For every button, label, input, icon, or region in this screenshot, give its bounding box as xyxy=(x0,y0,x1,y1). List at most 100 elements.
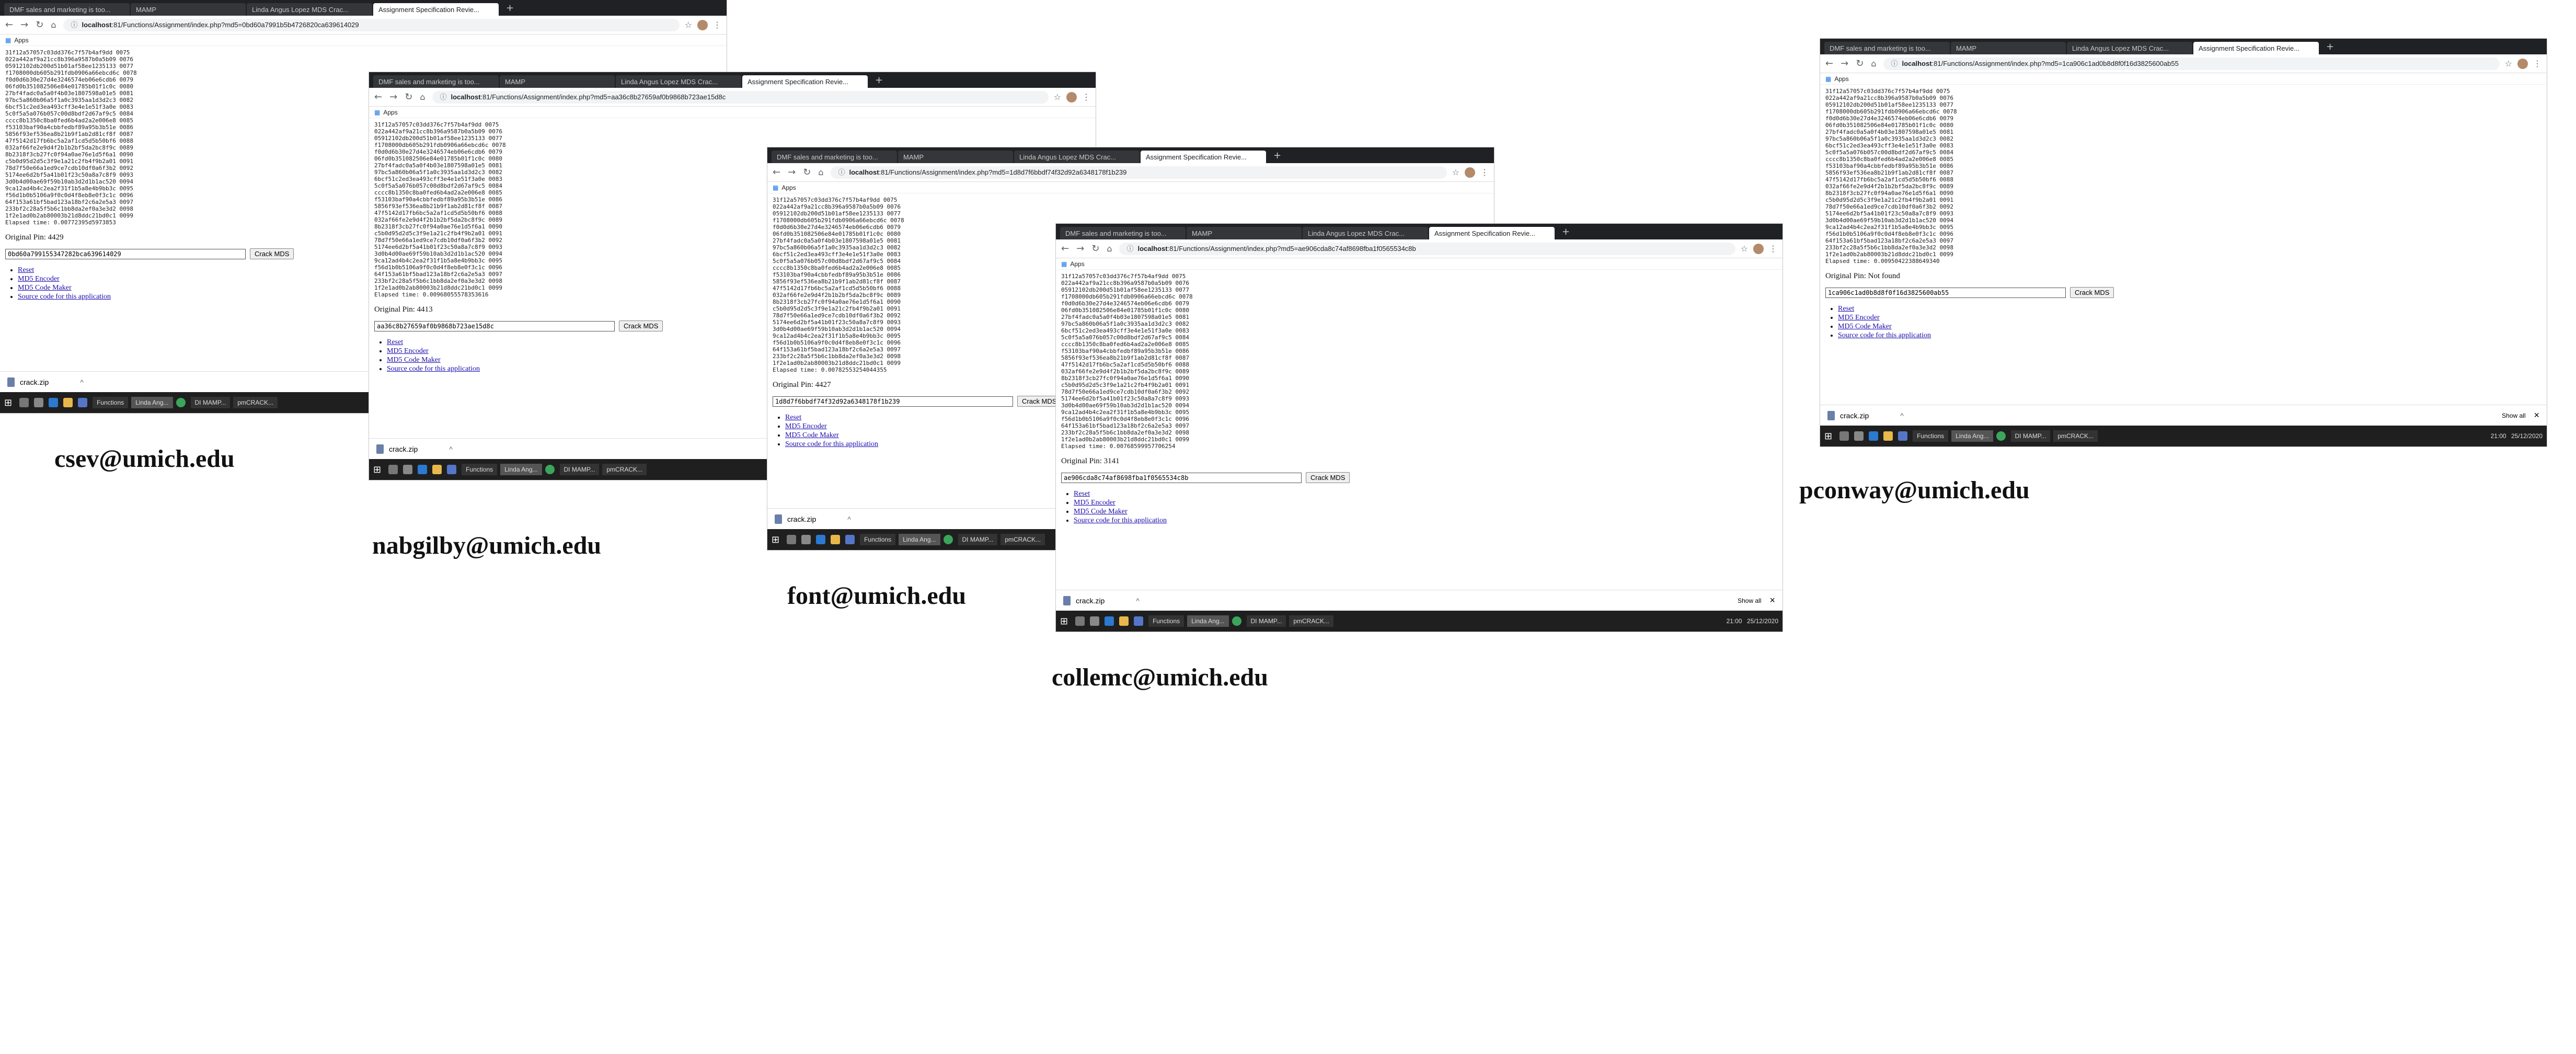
menu-icon[interactable]: ⋮ xyxy=(2533,59,2542,68)
reset-link[interactable]: Reset xyxy=(387,338,403,346)
show-all-button[interactable]: Show all xyxy=(2502,412,2525,419)
file-explorer-icon[interactable] xyxy=(1883,431,1893,441)
md5-code-maker-link[interactable]: MD5 Code Maker xyxy=(18,284,72,292)
browser-tab[interactable]: DMF sales and marketing is too... xyxy=(1824,42,1950,54)
task-view-icon[interactable] xyxy=(1854,431,1864,441)
star-icon[interactable]: ☆ xyxy=(2505,59,2512,68)
md5-encoder-link[interactable]: MD5 Encoder xyxy=(785,422,827,430)
chrome-icon[interactable] xyxy=(943,535,953,544)
show-all-button[interactable]: Show all xyxy=(1738,597,1761,604)
taskbar-item-pmcrack[interactable]: pmCRACK... xyxy=(1289,615,1333,627)
source-code-link[interactable]: Source code for this application xyxy=(18,293,111,301)
star-icon[interactable]: ☆ xyxy=(1452,167,1459,177)
windows-start-icon[interactable]: ⊞ xyxy=(772,534,779,545)
edge-icon[interactable] xyxy=(49,398,59,407)
md5-code-maker-link[interactable]: MD5 Code Maker xyxy=(1074,508,1128,515)
url-field[interactable]: ⓘ localhost:81/Functions/Assignment/index… xyxy=(63,18,680,31)
md5-encoder-link[interactable]: MD5 Encoder xyxy=(1074,499,1116,507)
taskbar-item-functions[interactable]: Functions xyxy=(93,397,129,408)
reload-icon[interactable]: ↻ xyxy=(803,167,811,178)
file-explorer-icon[interactable] xyxy=(63,398,73,407)
browser-tab[interactable]: Linda Angus Lopez MDS Crac... xyxy=(2067,42,2192,54)
apps-grid-icon[interactable]: ▦ xyxy=(1825,75,1831,83)
download-filename[interactable]: crack.zip xyxy=(1076,597,1105,605)
forward-icon[interactable]: → xyxy=(788,167,796,178)
md5-input[interactable]: 1ca906c1ad0b8d8f0f16d3825600ab55 xyxy=(1825,287,2066,298)
forward-icon[interactable]: → xyxy=(20,19,28,30)
back-icon[interactable]: ← xyxy=(5,19,13,30)
home-icon[interactable]: ⌂ xyxy=(1871,59,1876,68)
download-chevron-icon[interactable]: ^ xyxy=(449,445,453,453)
taskbar-item-functions[interactable]: Functions xyxy=(860,534,896,545)
url-field[interactable]: ⓘ localhost:81/Functions/Assignment/index… xyxy=(432,90,1049,104)
taskbar-item-functions[interactable]: Functions xyxy=(1913,430,1949,442)
profile-avatar[interactable] xyxy=(1753,243,1764,254)
back-icon[interactable]: ← xyxy=(1061,243,1069,254)
back-icon[interactable]: ← xyxy=(1825,58,1833,69)
md5-code-maker-link[interactable]: MD5 Code Maker xyxy=(1838,323,1892,330)
bookmark-apps[interactable]: Apps xyxy=(383,109,397,116)
new-tab-button[interactable]: + xyxy=(500,3,520,16)
edge-icon[interactable] xyxy=(418,465,428,474)
md5-encoder-link[interactable]: MD5 Encoder xyxy=(18,275,60,283)
bookmark-apps[interactable]: Apps xyxy=(14,37,28,44)
taskbar-item-chrome[interactable]: Linda Ang... xyxy=(131,397,173,408)
bookmark-apps[interactable]: Apps xyxy=(781,184,796,191)
edge-icon[interactable] xyxy=(1869,431,1879,441)
browser-tab[interactable]: Linda Angus Lopez MDS Crac... xyxy=(1303,227,1428,239)
store-icon[interactable] xyxy=(1134,616,1144,626)
taskbar-item-mamp[interactable]: DI MAMP... xyxy=(559,464,600,475)
windows-start-icon[interactable]: ⊞ xyxy=(373,464,381,475)
md5-code-maker-link[interactable]: MD5 Code Maker xyxy=(387,356,441,364)
store-icon[interactable] xyxy=(447,465,457,474)
file-explorer-icon[interactable] xyxy=(831,535,841,544)
reset-link[interactable]: Reset xyxy=(785,414,801,421)
taskbar-item-mamp[interactable]: DI MAMP... xyxy=(190,397,231,408)
search-icon[interactable] xyxy=(787,535,797,544)
taskbar-item-chrome[interactable]: Linda Ang... xyxy=(1187,615,1229,627)
browser-tab[interactable]: Linda Angus Lopez MDS Crac... xyxy=(1014,151,1140,163)
chrome-icon[interactable] xyxy=(545,465,555,474)
browser-tab[interactable]: MAMP xyxy=(1951,42,2066,54)
windows-start-icon[interactable]: ⊞ xyxy=(4,397,12,408)
taskbar-item-chrome[interactable]: Linda Ang... xyxy=(500,464,542,475)
taskbar-item-pmcrack[interactable]: pmCRACK... xyxy=(233,397,278,408)
download-filename[interactable]: crack.zip xyxy=(389,445,418,453)
browser-tab[interactable]: MAMP xyxy=(500,75,615,88)
home-icon[interactable]: ⌂ xyxy=(1107,244,1112,254)
windows-start-icon[interactable]: ⊞ xyxy=(1060,616,1068,627)
crack-md5-button[interactable]: Crack MDS xyxy=(619,320,663,331)
taskbar-item-functions[interactable]: Functions xyxy=(462,464,498,475)
browser-tab[interactable]: MAMP xyxy=(131,3,246,16)
browser-tab[interactable]: DMF sales and marketing is too... xyxy=(772,151,897,163)
task-view-icon[interactable] xyxy=(34,398,44,407)
download-chevron-icon[interactable]: ^ xyxy=(847,515,851,523)
store-icon[interactable] xyxy=(78,398,88,407)
browser-tab[interactable]: Linda Angus Lopez MDS Crac... xyxy=(247,3,372,16)
download-chevron-icon[interactable]: ^ xyxy=(1136,597,1140,605)
apps-grid-icon[interactable]: ▦ xyxy=(1061,260,1067,268)
profile-avatar[interactable] xyxy=(1066,91,1077,102)
new-tab-button[interactable]: + xyxy=(2320,41,2340,54)
profile-avatar[interactable] xyxy=(2517,58,2528,69)
profile-avatar[interactable] xyxy=(697,19,708,30)
browser-tab-active[interactable]: Assignment Specification Revie... xyxy=(2193,42,2319,54)
crack-md5-button[interactable]: Crack MDS xyxy=(1306,472,1350,483)
search-icon[interactable] xyxy=(19,398,29,407)
md5-input[interactable]: 0bd60a799155347282bca639614029 xyxy=(5,248,246,259)
forward-icon[interactable]: → xyxy=(1076,243,1084,254)
bookmark-apps[interactable]: Apps xyxy=(1070,260,1084,268)
chrome-icon[interactable] xyxy=(176,398,186,407)
menu-icon[interactable]: ⋮ xyxy=(1769,244,1777,254)
md5-encoder-link[interactable]: MD5 Encoder xyxy=(387,347,429,355)
star-icon[interactable]: ☆ xyxy=(1741,244,1748,254)
md5-input[interactable]: ae906cda8c74af8698fba1f0565534c8b xyxy=(1061,472,1302,483)
reset-link[interactable]: Reset xyxy=(18,266,34,274)
edge-icon[interactable] xyxy=(1105,616,1114,626)
source-code-link[interactable]: Source code for this application xyxy=(1838,331,1931,339)
url-field[interactable]: ⓘ localhost:81/Functions/Assignment/index… xyxy=(1119,242,1735,255)
search-icon[interactable] xyxy=(388,465,398,474)
download-chevron-icon[interactable]: ^ xyxy=(1900,411,1904,420)
chrome-icon[interactable] xyxy=(1996,431,2006,441)
home-icon[interactable]: ⌂ xyxy=(51,20,56,30)
